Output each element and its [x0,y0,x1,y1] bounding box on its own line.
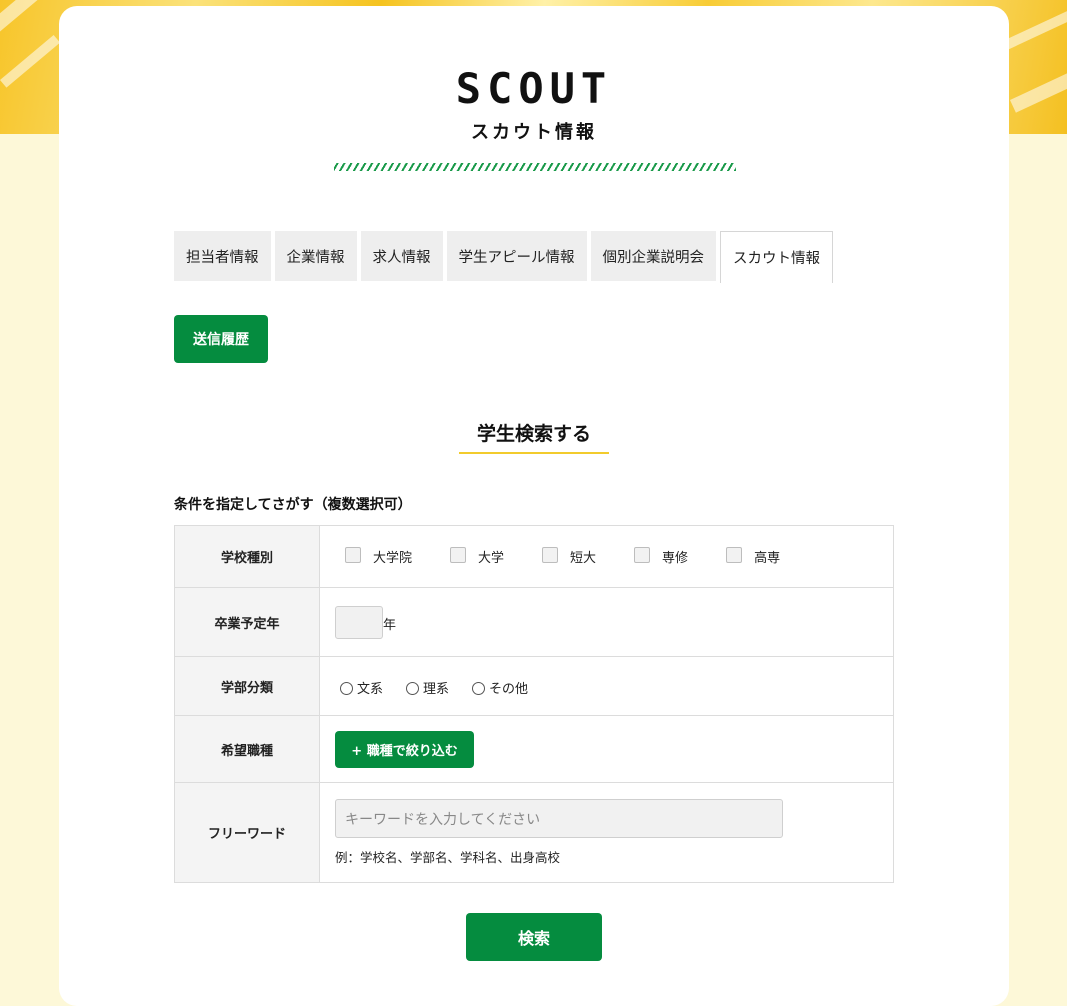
tab-bar: 担当者情報 企業情報 求人情報 学生アピール情報 個別企業説明会 スカウト情報 [174,231,833,283]
checkbox-technical-college[interactable]: 高専 [716,546,780,567]
decor-ray [0,0,58,41]
decor-ray [1005,1,1067,50]
tab-company-briefing[interactable]: 個別企業説明会 [590,231,716,281]
checkbox-box[interactable] [726,546,743,563]
tab-student-appeal[interactable]: 学生アピール情報 [446,231,587,281]
row-school-type: 学校種別 大学院 大学 短大 専修 高専 [174,525,894,588]
search-form-table: 学校種別 大学院 大学 短大 専修 高専 卒業予定年 年 学部分類 文系 理系 … [174,525,894,883]
radio-science[interactable]: 理系 [401,678,449,697]
radio-circle[interactable] [406,682,420,695]
tab-contact-info[interactable]: 担当者情報 [174,231,271,281]
decor-ray [1010,66,1067,113]
tab-scout-info[interactable]: スカウト情報 [720,231,833,283]
radio-humanities[interactable]: 文系 [335,678,383,697]
row-freeword: フリーワード キーワードを入力してください 例：学校名、学部名、学科名、出身高校 [174,782,894,883]
row-faculty: 学部分類 文系 理系 その他 [174,656,894,716]
job-type-label: 希望職種 [174,715,320,783]
decor-ray [0,35,61,88]
narrow-by-job-button[interactable]: + 職種で絞り込む [335,730,474,768]
row-job-type: 希望職種 + 職種で絞り込む [174,715,894,783]
hatch-divider [334,163,736,171]
title-underline [459,452,609,454]
graduation-year-label: 卒業予定年 [174,587,320,657]
checkbox-box[interactable] [345,546,361,563]
send-history-button[interactable]: 送信履歴 [174,315,268,363]
main-card: SCOUT スカウト情報 担当者情報 企業情報 求人情報 学生アピール情報 個別… [59,6,1009,1006]
radio-other[interactable]: その他 [467,678,528,697]
keyword-input[interactable]: キーワードを入力してください [335,799,783,838]
school-type-checks: 大学院 大学 短大 専修 高専 [335,546,878,567]
checkbox-university[interactable]: 大学 [440,546,504,567]
row-graduation-year: 卒業予定年 年 [174,587,894,657]
checkbox-vocational[interactable]: 専修 [624,546,688,567]
section-title: 学生検索する [476,423,591,445]
graduation-year-input[interactable] [335,605,383,639]
search-button[interactable]: 検索 [466,913,602,961]
faculty-label: 学部分類 [174,656,320,716]
page-subtitle: スカウト情報 [471,122,597,143]
checkbox-junior-college[interactable]: 短大 [532,546,596,567]
radio-circle[interactable] [340,682,353,695]
checkbox-graduate-school[interactable]: 大学院 [335,546,412,567]
radio-circle[interactable] [472,682,486,695]
school-type-label: 学校種別 [174,525,320,588]
keyword-hint: 例：学校名、学部名、学科名、出身高校 [335,850,561,865]
checkbox-box[interactable] [634,546,651,563]
scout-logo: SCOUT [455,64,613,113]
freeword-label: フリーワード [174,782,320,883]
checkbox-box[interactable] [450,546,467,563]
checkbox-box[interactable] [542,546,559,563]
tab-job-info[interactable]: 求人情報 [360,231,443,281]
tab-company-info[interactable]: 企業情報 [274,231,357,281]
faculty-radios: 文系 理系 その他 [335,676,878,697]
conditions-label: 条件を指定してさがす（複数選択可） [174,497,412,513]
year-unit: 年 [383,617,397,633]
